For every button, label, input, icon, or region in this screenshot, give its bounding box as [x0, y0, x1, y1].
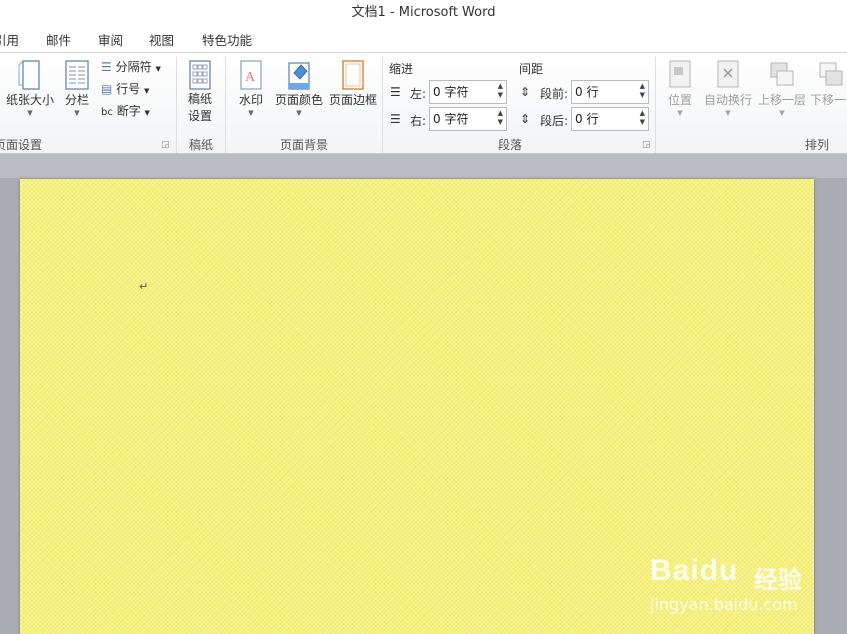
paragraph-group-label: 段落 [497, 138, 522, 152]
paragraph-mark: ↵ [139, 280, 149, 293]
group-separator [655, 57, 656, 153]
columns-icon [65, 60, 89, 90]
indent-right-icon: ☰ [390, 112, 401, 126]
line-numbers-label: 行号 [116, 82, 141, 96]
jingyan-text: 经验 [754, 566, 802, 594]
hyphenation-label: 断字 [116, 104, 141, 118]
tab-review[interactable]: 审阅 [98, 30, 123, 49]
baidu-jingyan-watermark: Baidu 经验 jingyan.baidu.com [646, 548, 846, 618]
chevron-down-icon: ▼ [144, 87, 150, 95]
dialog-launcher-icon[interactable]: ◲ [642, 140, 651, 150]
line-numbers-button[interactable]: ▤ 行号 ▼ [101, 80, 149, 97]
breaks-button[interactable]: ☰ 分隔符 ▼ [101, 58, 161, 75]
tab-special-features[interactable]: 特色功能 [202, 30, 252, 49]
chevron-down-icon: ▼ [296, 109, 302, 117]
page-color-label: 页面颜色 [274, 93, 323, 107]
watermark-icon: A [240, 60, 262, 90]
wrap-text-label: 自动换行 [703, 93, 752, 107]
spinner-arrows-icon[interactable]: ▲ ▼ [640, 109, 645, 127]
page-setup-group-label: 页面设置 [0, 138, 43, 152]
indent-right-spinner[interactable]: 0 字符 ▲ ▼ [429, 107, 507, 131]
paper-size-label: 纸张大小 [5, 93, 54, 107]
hyphenation-button[interactable]: bc 断字 ▼ [101, 102, 150, 119]
manuscript-settings-label: 稿纸 设置 [187, 92, 212, 123]
spacing-before-label: 段前: [540, 87, 569, 101]
watermark-label: 水印 [238, 93, 263, 107]
chevron-down-icon: ▼ [677, 109, 683, 117]
chevron-down-icon: ▼ [779, 109, 785, 117]
tab-mailings[interactable]: 邮件 [46, 30, 71, 49]
position-icon [669, 60, 691, 88]
group-separator [225, 57, 226, 153]
columns-label: 分栏 [64, 93, 89, 107]
spinner-arrows-icon[interactable]: ▲ ▼ [498, 109, 503, 127]
group-separator [382, 57, 383, 153]
ribbon: 纸张大小 ▼ 分栏 ▼ ☰ 分隔符 ▼ ▤ 行号 ▼ bc 断字 ▼ 页面设置 … [0, 52, 847, 154]
hyphenation-icon: bc [101, 107, 113, 118]
wrap-text-icon [717, 60, 739, 88]
page-borders-button[interactable]: 页面边框 [327, 59, 379, 108]
indent-right-value: 0 字符 [433, 112, 469, 126]
send-backward-label: 下移一 [810, 93, 847, 107]
wrap-text-button[interactable]: 自动换行 ▼ [702, 59, 754, 118]
group-separator [176, 57, 177, 153]
bring-forward-label: 上移一层 [757, 93, 806, 107]
arrange-group-label: 排列 [804, 138, 829, 152]
spacing-before-value: 0 行 [575, 85, 599, 99]
baidu-logo: Baidu [650, 554, 739, 587]
send-backward-button[interactable]: 下移一 [808, 59, 847, 108]
manuscript-group-label: 稿纸 [188, 138, 213, 152]
tab-references[interactable]: 引用 [0, 30, 19, 49]
spinner-arrows-icon[interactable]: ▲ ▼ [498, 82, 503, 100]
page-color-icon [288, 62, 310, 90]
breaks-icon: ☰ [101, 60, 112, 74]
spacing-after-icon: ⇕ [520, 112, 531, 126]
spacing-after-spinner[interactable]: 0 行 ▲ ▼ [571, 107, 649, 131]
send-backward-icon [819, 62, 843, 86]
chevron-down-icon: ▼ [248, 109, 254, 117]
watermark-button[interactable]: A 水印 ▼ [232, 59, 270, 118]
spacing-before-icon: ⇕ [520, 85, 531, 99]
tab-view[interactable]: 视图 [149, 30, 174, 49]
spacing-title: 间距 [519, 62, 544, 76]
window-title: 文档1 - Microsoft Word [0, 0, 847, 26]
line-numbers-icon: ▤ [101, 82, 113, 96]
watermark-url: jingyan.baidu.com [650, 595, 798, 614]
paper-size-button[interactable]: 纸张大小 ▼ [4, 59, 56, 118]
chevron-down-icon: ▼ [725, 109, 731, 117]
spinner-arrows-icon[interactable]: ▲ ▼ [640, 82, 645, 100]
columns-button[interactable]: 分栏 ▼ [60, 59, 94, 118]
position-label: 位置 [667, 93, 692, 107]
page-color-button[interactable]: 页面颜色 ▼ [273, 59, 325, 118]
chevron-down-icon: ▼ [74, 109, 80, 117]
workspace-top-strip [0, 154, 847, 178]
page-borders-icon [342, 60, 364, 90]
spacing-after-label: 段后: [540, 114, 569, 128]
svg-text:A: A [245, 70, 256, 85]
spacing-after-value: 0 行 [575, 112, 599, 126]
page-borders-label: 页面边框 [328, 93, 377, 107]
indent-left-value: 0 字符 [433, 85, 469, 99]
dialog-launcher-icon[interactable]: ◲ [161, 140, 170, 150]
indent-left-icon: ☰ [390, 85, 401, 99]
indent-left-label: 左: [410, 87, 427, 101]
spacing-before-spinner[interactable]: 0 行 ▲ ▼ [571, 80, 649, 104]
paper-size-icon [18, 60, 40, 90]
chevron-down-icon: ▼ [27, 109, 33, 117]
position-button[interactable]: 位置 ▼ [662, 59, 698, 118]
indent-title: 缩进 [389, 62, 414, 76]
bring-forward-button[interactable]: 上移一层 ▼ [756, 59, 808, 118]
chevron-down-icon: ▼ [144, 109, 150, 117]
breaks-label: 分隔符 [115, 60, 152, 74]
manuscript-settings-button[interactable]: 稿纸 设置 [182, 59, 218, 125]
indent-left-spinner[interactable]: 0 字符 ▲ ▼ [429, 80, 507, 104]
ribbon-tabs: 引用 邮件 审阅 视图 特色功能 [0, 26, 847, 52]
chevron-down-icon: ▼ [155, 65, 161, 73]
page-background-group-label: 页面背景 [279, 138, 328, 152]
manuscript-icon [189, 60, 211, 90]
bring-forward-icon [770, 62, 794, 86]
indent-right-label: 右: [410, 114, 427, 128]
